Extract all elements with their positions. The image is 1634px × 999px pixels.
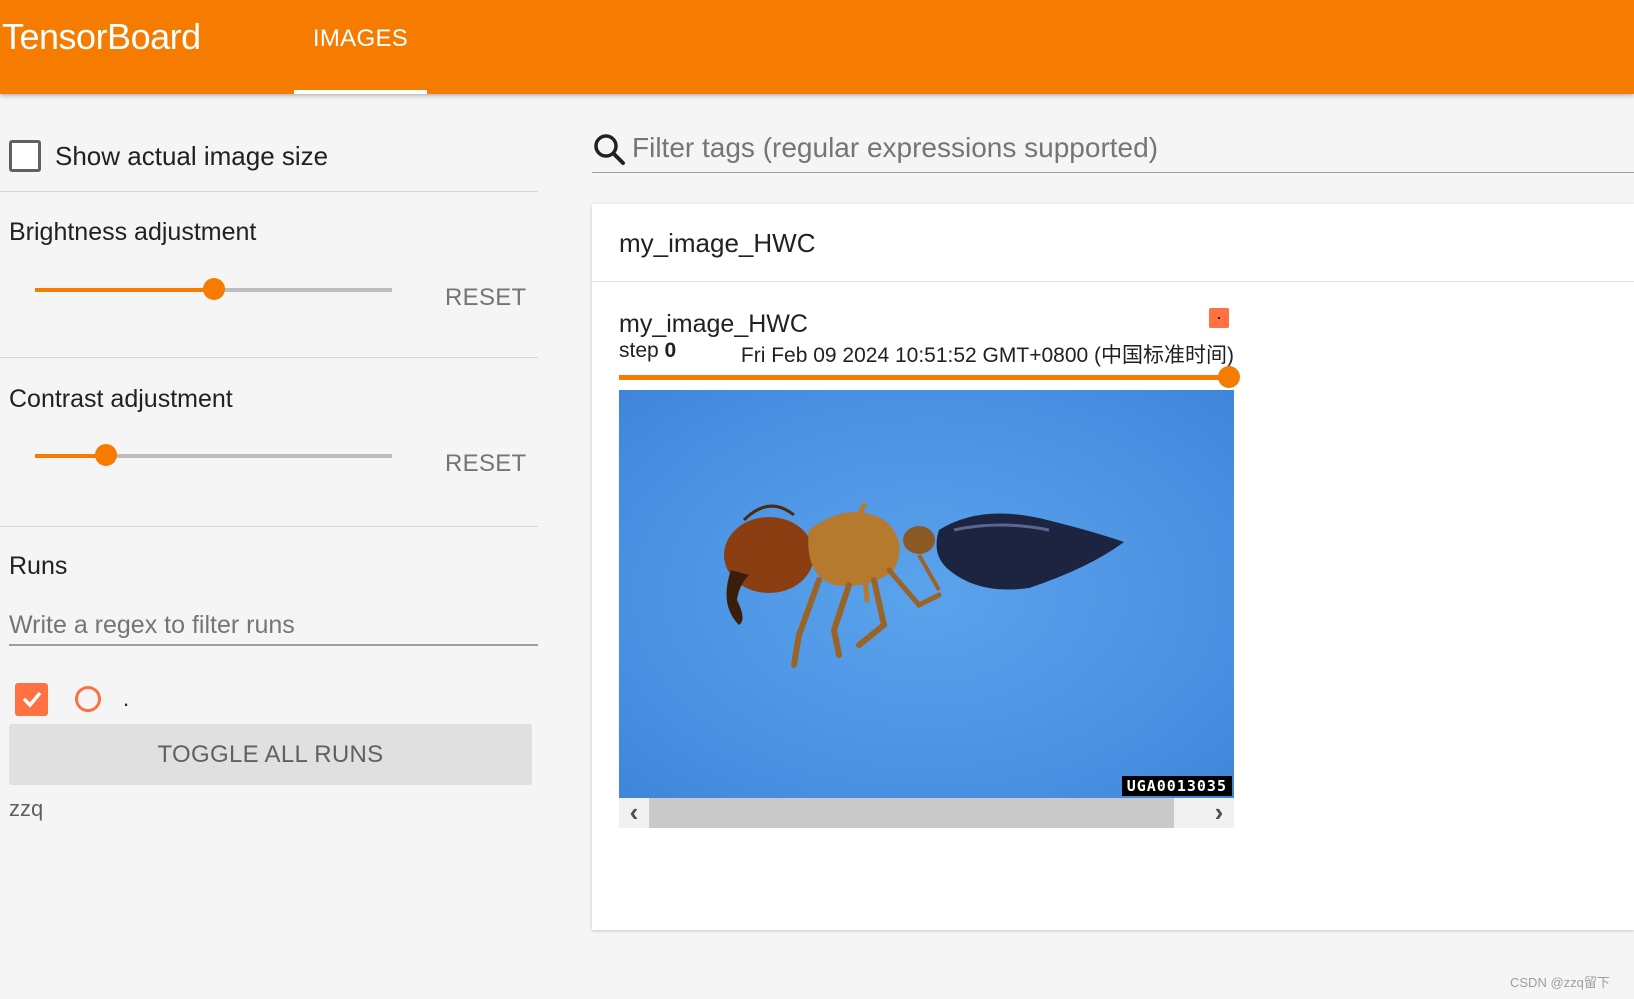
brightness-title: Brightness adjustment (9, 218, 257, 246)
app-brand: TensorBoard (2, 16, 201, 57)
step-slider-knob[interactable] (1218, 366, 1240, 388)
brightness-slider[interactable] (35, 278, 392, 300)
timestamp: Fri Feb 09 2024 10:51:52 GMT+0800 (中国标准时… (740, 344, 1234, 367)
top-app-bar: TensorBoard IMAGES (0, 0, 1634, 94)
show-actual-size-checkbox[interactable] (9, 140, 41, 172)
show-actual-size-option[interactable]: Show actual image size (9, 138, 328, 174)
search-icon (594, 134, 625, 165)
brightness-slider-knob[interactable] (202, 278, 225, 300)
step-value: 0 (664, 339, 677, 362)
contrast-reset-button[interactable]: RESET (445, 450, 527, 478)
log-dir-label: zzq (9, 796, 44, 821)
check-icon (22, 691, 41, 708)
tab-images-label: IMAGES (312, 25, 409, 52)
horizontal-scrollbar[interactable]: ‹ › (619, 798, 1234, 828)
sidebar: Show actual image size Brightness adjust… (0, 94, 538, 999)
brightness-reset-button[interactable]: RESET (445, 284, 527, 312)
step-slider[interactable] (619, 366, 1240, 388)
ant-photo (724, 502, 1124, 668)
scroll-right-icon[interactable]: › (1204, 798, 1234, 828)
run-name: . (123, 686, 130, 711)
brightness-slider-fill (35, 288, 214, 292)
watermark: CSDN @zzq留下 (1510, 975, 1610, 990)
tag-filter-input[interactable] (632, 128, 1632, 168)
tag-card: my_image_HWC my_image_HWC step 0 Fri Feb… (592, 204, 1634, 930)
step-info: step 0 Fri Feb 09 2024 10:51:52 GMT+0800… (619, 339, 1234, 367)
toggle-all-runs-button[interactable]: TOGGLE ALL RUNS (9, 724, 532, 785)
step-label: step 0 (619, 339, 676, 363)
step-label-text: step (619, 339, 659, 362)
tab-images[interactable]: IMAGES (294, 0, 427, 94)
runs-title: Runs (9, 552, 68, 580)
run-item[interactable]: . (15, 682, 129, 716)
scroll-left-icon[interactable]: ‹ (619, 798, 649, 828)
contrast-slider-knob[interactable] (95, 444, 118, 466)
divider (0, 526, 538, 527)
image-tag-name: my_image_HWC (619, 310, 808, 338)
image-id-label: UGA0013035 (1121, 776, 1232, 796)
run-checkbox[interactable] (15, 682, 48, 716)
runs-filter-input[interactable] (9, 606, 538, 646)
show-actual-size-label: Show actual image size (55, 140, 329, 171)
sample-image: UGA0013035 (619, 390, 1234, 798)
contrast-slider[interactable] (35, 444, 392, 466)
contrast-title: Contrast adjustment (9, 385, 233, 413)
scrollbar-thumb[interactable] (649, 798, 1174, 828)
run-color-swatch[interactable] (75, 686, 101, 712)
tag-card-title: my_image_HWC (619, 228, 816, 258)
run-color-indicator (1209, 308, 1229, 328)
divider (0, 357, 538, 358)
tag-card-header[interactable]: my_image_HWC (592, 204, 1634, 282)
divider (0, 191, 538, 192)
tag-filter (592, 128, 1634, 173)
